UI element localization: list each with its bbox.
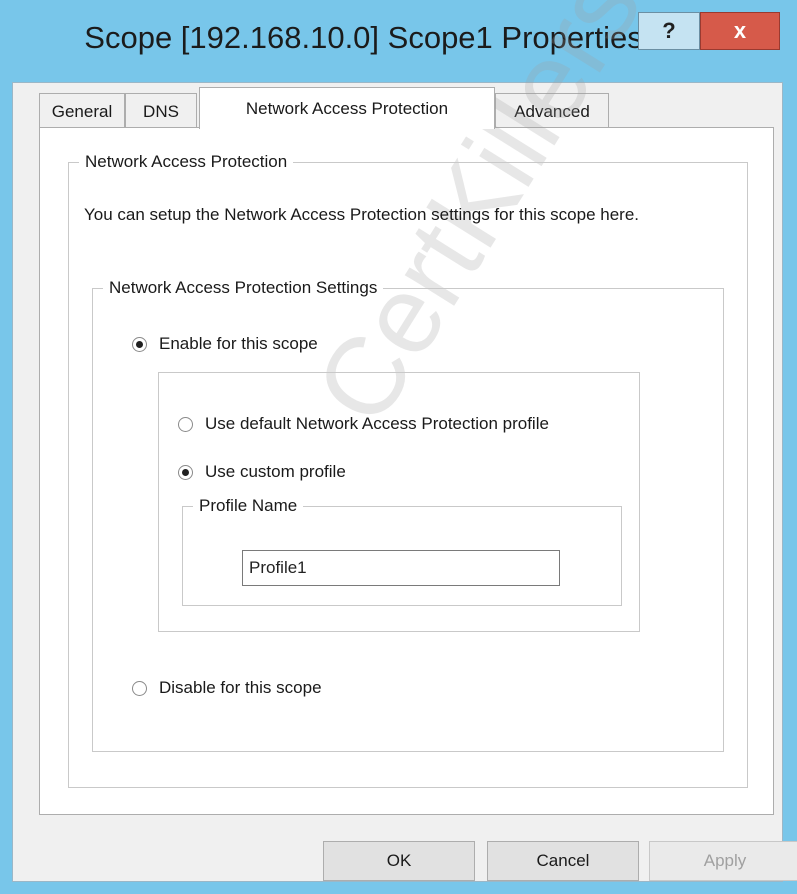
help-icon: ? [662, 18, 676, 43]
dialog-client-area: General DNS Network Access Protection Ad… [12, 0, 797, 882]
tab-network-access-protection[interactable]: Network Access Protection [199, 87, 495, 129]
profile-name-input[interactable] [242, 550, 560, 586]
custom-profile-radio[interactable]: Use custom profile [178, 462, 346, 482]
ok-button[interactable]: OK [323, 841, 475, 881]
help-button[interactable]: ? [638, 12, 700, 50]
nap-group-legend: Network Access Protection [85, 152, 288, 171]
close-button[interactable]: x [700, 12, 780, 50]
disable-scope-label: Disable for this scope [159, 678, 322, 697]
nap-settings-legend: Network Access Protection Settings [109, 278, 378, 297]
enable-scope-radio[interactable]: Enable for this scope [132, 334, 318, 354]
tab-dns[interactable]: DNS [125, 93, 197, 129]
tab-advanced[interactable]: Advanced [495, 93, 609, 129]
cancel-button[interactable]: Cancel [487, 841, 639, 881]
custom-profile-label: Use custom profile [205, 462, 346, 481]
disable-scope-radio[interactable]: Disable for this scope [132, 678, 322, 698]
default-profile-radio[interactable]: Use default Network Access Protection pr… [178, 414, 549, 434]
nap-description: You can setup the Network Access Protect… [84, 205, 640, 224]
radio-checked-icon [132, 336, 147, 352]
close-icon: x [733, 18, 747, 43]
radio-unchecked-icon [178, 416, 193, 432]
tab-general[interactable]: General [39, 93, 125, 129]
title-bar[interactable]: Scope [192.168.10.0] Scope1 Properties ?… [0, 0, 797, 82]
radio-checked-icon [178, 464, 193, 480]
default-profile-label: Use default Network Access Protection pr… [205, 414, 549, 433]
profile-name-legend: Profile Name [199, 496, 298, 515]
scope-properties-dialog: Scope [192.168.10.0] Scope1 Properties ?… [0, 0, 797, 894]
radio-unchecked-icon [132, 680, 147, 696]
enable-scope-label: Enable for this scope [159, 334, 318, 353]
apply-button[interactable]: Apply [649, 841, 797, 881]
tab-panel: CertKillers Network Access Protection Yo… [39, 0, 774, 815]
